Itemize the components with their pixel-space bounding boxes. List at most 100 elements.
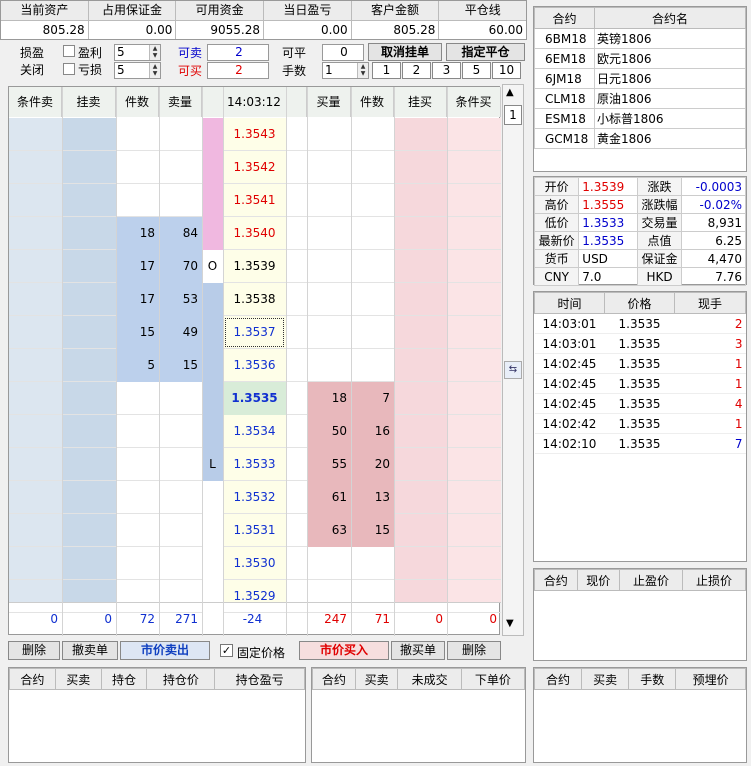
cond-sell-column[interactable] bbox=[9, 118, 62, 602]
contract-row[interactable]: 6EM18 欧元1806 bbox=[534, 48, 746, 69]
price-cell[interactable]: 1.3542 bbox=[223, 151, 286, 184]
ladder-sell-vol[interactable]: 49 bbox=[159, 316, 202, 349]
price-cell[interactable]: 1.3540 bbox=[223, 217, 286, 250]
yingli-checkbox[interactable] bbox=[63, 45, 75, 57]
cond-buy-column[interactable] bbox=[447, 118, 501, 602]
ladder-buy-cnt[interactable] bbox=[351, 217, 394, 250]
qty-button[interactable]: 1 bbox=[372, 62, 401, 79]
shoushu-input[interactable]: 1 ▲ ▼ bbox=[322, 62, 369, 79]
ladder-buy-vol[interactable] bbox=[307, 547, 351, 580]
ladder-sell-vol[interactable]: 70 bbox=[159, 250, 202, 283]
price-cell[interactable]: 1.3532 bbox=[223, 481, 286, 514]
ladder-buy-cnt[interactable] bbox=[351, 283, 394, 316]
price-cell[interactable]: 1.3543 bbox=[223, 118, 286, 151]
price-cell[interactable]: 1.3539 bbox=[223, 250, 286, 283]
ladder-buy-cnt[interactable]: 15 bbox=[351, 514, 394, 547]
ladder-buy-cnt[interactable] bbox=[351, 547, 394, 580]
ladder-buy-vol[interactable] bbox=[307, 151, 351, 184]
ladder-sell-cnt[interactable] bbox=[116, 514, 159, 547]
ladder-buy-vol[interactable] bbox=[307, 316, 351, 349]
ladder-sell-vol[interactable] bbox=[159, 448, 202, 481]
yingli-input[interactable]: 5 ▲ ▼ bbox=[114, 44, 161, 61]
ladder-buy-cnt[interactable] bbox=[351, 316, 394, 349]
ladder-buy-cnt[interactable]: 7 bbox=[351, 382, 394, 415]
contract-row[interactable]: ESM18 小标普1806 bbox=[534, 108, 746, 129]
ladder-buy-vol[interactable]: 63 bbox=[307, 514, 351, 547]
ladder-buy-cnt[interactable] bbox=[351, 151, 394, 184]
ladder-sell-vol[interactable]: 53 bbox=[159, 283, 202, 316]
refresh-icon[interactable]: ⇆ bbox=[504, 361, 522, 379]
ladder-buy-vol[interactable] bbox=[307, 349, 351, 382]
ladder-buy-cnt[interactable] bbox=[351, 118, 394, 151]
gua-buy-column[interactable] bbox=[394, 118, 447, 602]
ladder-sell-cnt[interactable] bbox=[116, 184, 159, 217]
cancel-buy-button[interactable]: 撤买单 bbox=[391, 641, 445, 660]
price-cell[interactable]: 1.3533 bbox=[223, 448, 286, 481]
cancel-orders-button[interactable]: 取消挂单 bbox=[368, 43, 442, 61]
ladder-sell-vol[interactable] bbox=[159, 151, 202, 184]
ladder-sell-cnt[interactable]: 17 bbox=[116, 283, 159, 316]
ladder-sell-vol[interactable] bbox=[159, 382, 202, 415]
market-sell-button[interactable]: 市价卖出 bbox=[120, 641, 210, 660]
ladder-sell-cnt[interactable]: 15 bbox=[116, 316, 159, 349]
ladder-buy-cnt[interactable] bbox=[351, 250, 394, 283]
contract-row[interactable]: CLM18 原油1806 bbox=[534, 88, 746, 109]
price-cell[interactable]: 1.3536 bbox=[223, 349, 286, 382]
kuisun-checkbox[interactable] bbox=[63, 63, 75, 75]
ladder-sell-cnt[interactable] bbox=[116, 382, 159, 415]
kuisun-input[interactable]: 5 ▲ ▼ bbox=[114, 62, 161, 79]
ladder-buy-vol[interactable] bbox=[307, 118, 351, 151]
ladder-buy-vol[interactable]: 55 bbox=[307, 448, 351, 481]
ladder-sell-vol[interactable]: 15 bbox=[159, 349, 202, 382]
ladder-sell-cnt[interactable]: 17 bbox=[116, 250, 159, 283]
ladder-buy-vol[interactable] bbox=[307, 283, 351, 316]
ladder-sell-cnt[interactable] bbox=[116, 547, 159, 580]
cancel-sell-button[interactable]: 撤卖单 bbox=[62, 641, 118, 660]
ladder-buy-cnt[interactable]: 20 bbox=[351, 448, 394, 481]
ladder-buy-vol[interactable]: 18 bbox=[307, 382, 351, 415]
ladder-sell-cnt[interactable] bbox=[116, 448, 159, 481]
ladder-buy-cnt[interactable] bbox=[351, 349, 394, 382]
ladder-sell-vol[interactable] bbox=[159, 415, 202, 448]
ladder-scrollbar[interactable]: ▲ 1 ⇆ ▼ bbox=[502, 84, 524, 636]
gua-sell-column[interactable] bbox=[62, 118, 116, 602]
ladder-sell-vol[interactable] bbox=[159, 514, 202, 547]
qty-button[interactable]: 2 bbox=[402, 62, 431, 79]
ladder-buy-vol[interactable] bbox=[307, 184, 351, 217]
qty-button[interactable]: 5 bbox=[462, 62, 491, 79]
delete-buy-button[interactable]: 删除 bbox=[447, 641, 501, 660]
price-cell[interactable]: 1.3531 bbox=[223, 514, 286, 547]
contract-row[interactable]: 6BM18 英镑1806 bbox=[534, 28, 746, 49]
ladder-buy-vol[interactable]: 50 bbox=[307, 415, 351, 448]
scroll-up-icon[interactable]: ▲ bbox=[506, 87, 514, 98]
ladder-buy-cnt[interactable]: 13 bbox=[351, 481, 394, 514]
ladder-sell-cnt[interactable]: 18 bbox=[116, 217, 159, 250]
price-cell[interactable]: 1.3538 bbox=[223, 283, 286, 316]
price-cell[interactable]: 1.3534 bbox=[223, 415, 286, 448]
ladder-sell-cnt[interactable] bbox=[116, 481, 159, 514]
ladder-sell-vol[interactable] bbox=[159, 184, 202, 217]
qty-button[interactable]: 3 bbox=[432, 62, 461, 79]
price-cell[interactable]: 1.3535 bbox=[223, 382, 286, 415]
ladder-buy-vol[interactable] bbox=[307, 250, 351, 283]
qty-button[interactable]: 10 bbox=[492, 62, 521, 79]
ladder-sell-vol[interactable]: 84 bbox=[159, 217, 202, 250]
price-cell[interactable]: 1.3537 bbox=[223, 316, 286, 349]
contract-row[interactable]: GCM18 黄金1806 bbox=[534, 128, 746, 149]
ladder-buy-vol[interactable]: 61 bbox=[307, 481, 351, 514]
close-position-button[interactable]: 指定平仓 bbox=[446, 43, 525, 61]
delete-sell-button[interactable]: 删除 bbox=[8, 641, 60, 660]
ladder-sell-cnt[interactable]: 5 bbox=[116, 349, 159, 382]
contract-row[interactable]: 6JM18 日元1806 bbox=[534, 68, 746, 89]
ladder-sell-vol[interactable] bbox=[159, 547, 202, 580]
scroll-down-icon[interactable]: ▼ bbox=[506, 618, 514, 629]
ladder-sell-vol[interactable] bbox=[159, 118, 202, 151]
ladder-sell-vol[interactable] bbox=[159, 481, 202, 514]
fixed-price-checkbox[interactable]: ✓ bbox=[220, 644, 233, 657]
price-cell[interactable]: 1.3541 bbox=[223, 184, 286, 217]
ladder-sell-cnt[interactable] bbox=[116, 151, 159, 184]
market-buy-button[interactable]: 市价买入 bbox=[299, 641, 389, 660]
ladder-buy-vol[interactable] bbox=[307, 217, 351, 250]
ladder-buy-cnt[interactable]: 16 bbox=[351, 415, 394, 448]
price-cell[interactable]: 1.3530 bbox=[223, 547, 286, 580]
